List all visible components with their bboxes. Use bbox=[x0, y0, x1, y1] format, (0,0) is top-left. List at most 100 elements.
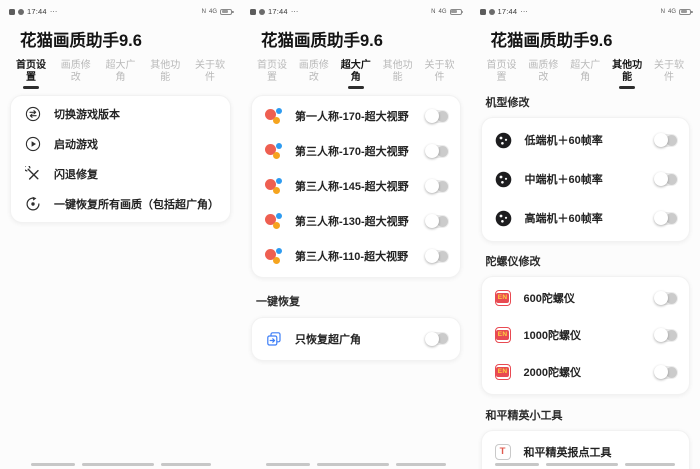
colored-dots-icon bbox=[265, 248, 282, 264]
status-bar: 17:44 ⋯ N 4G bbox=[0, 0, 241, 18]
menu-item-switch-version[interactable]: 切换游戏版本 bbox=[11, 99, 230, 129]
notification-icon bbox=[259, 9, 265, 15]
tab-about[interactable]: 关于软件 bbox=[425, 60, 455, 89]
tab-other-functions[interactable]: 其他功 能 bbox=[612, 60, 642, 89]
device-model-toggle[interactable] bbox=[654, 134, 678, 147]
active-tab-underline bbox=[619, 86, 635, 89]
gyro-toggle[interactable] bbox=[654, 366, 678, 379]
battery-icon bbox=[679, 9, 691, 15]
home-menu-card: 切换游戏版本 启动游戏 bbox=[10, 95, 231, 223]
device-model-label: 中端机＋60帧率 bbox=[525, 171, 642, 187]
restore-option-label: 只恢复超广角 bbox=[295, 331, 412, 347]
fov-toggle[interactable] bbox=[425, 145, 449, 158]
tab-quality-mod[interactable]: 画质修改 bbox=[528, 60, 558, 89]
gyro-toggle[interactable] bbox=[654, 292, 678, 305]
tab-other-functions[interactable]: 其他功能 bbox=[150, 60, 180, 89]
tab-bar: 首页设置 画质修改 超大广 角 其他功能 关于软件 bbox=[241, 60, 471, 89]
tab-about[interactable]: 关于软件 bbox=[195, 60, 225, 89]
menu-item-label: 闪退修复 bbox=[54, 166, 219, 182]
section-header-device-model: 机型修改 bbox=[486, 94, 700, 110]
gyro-toggle[interactable] bbox=[654, 329, 678, 342]
fov-option-label: 第一人称-170-超大视野 bbox=[295, 108, 412, 124]
clock: 17:44 bbox=[27, 7, 47, 16]
tab-bar: 首页设置 画质修改 超大广角 其他功 能 关于软件 bbox=[471, 60, 700, 89]
battery-icon bbox=[220, 9, 232, 15]
tab-other-functions[interactable]: 其他功能 bbox=[383, 60, 413, 89]
battery-icon bbox=[450, 9, 462, 15]
cookie-icon bbox=[495, 210, 512, 227]
fov-option-row: 第三人称-130-超大视野 bbox=[252, 204, 460, 239]
gyro-option-label: 1000陀螺仪 bbox=[524, 327, 642, 343]
status-bar: 17:44 ⋯ N 4G bbox=[241, 0, 471, 18]
tab-home-settings[interactable]: 首页设 置 bbox=[16, 60, 46, 89]
navigation-hint-bars[interactable] bbox=[471, 463, 700, 467]
notification-icon bbox=[480, 9, 486, 15]
tab-home-settings[interactable]: 首页设置 bbox=[487, 60, 517, 89]
phone-screen-home: 17:44 ⋯ N 4G 花猫画质助手9.6 首页设 置 画质修改 超大广角 其… bbox=[0, 0, 241, 469]
phone-screen-other-functions: 17:44 ⋯ N 4G 花猫画质助手9.6 首页设置 画质修改 超大广角 其他… bbox=[471, 0, 700, 469]
nfc-icon: N bbox=[202, 9, 206, 15]
device-model-row: 中端机＋60帧率 bbox=[482, 160, 690, 199]
navigation-hint-bars[interactable] bbox=[0, 463, 241, 467]
notification-icon bbox=[9, 9, 15, 15]
device-model-row: 高端机＋60帧率 bbox=[482, 199, 690, 238]
t-badge-icon: T bbox=[495, 444, 511, 460]
menu-item-crash-fix[interactable]: 闪退修复 bbox=[11, 159, 230, 189]
tab-wide-angle[interactable]: 超大广角 bbox=[106, 60, 136, 89]
gyro-option-row: EN 600陀螺仪 bbox=[482, 280, 690, 317]
fov-option-row: 第三人称-145-超大视野 bbox=[252, 169, 460, 204]
colored-dots-icon bbox=[265, 143, 282, 159]
device-model-toggle[interactable] bbox=[654, 212, 678, 225]
tab-about[interactable]: 关于软件 bbox=[654, 60, 684, 89]
restore-toggle[interactable] bbox=[425, 332, 449, 345]
tab-wide-angle[interactable]: 超大广角 bbox=[570, 60, 600, 89]
gyro-option-label: 2000陀螺仪 bbox=[524, 364, 642, 380]
launch-game-icon bbox=[24, 135, 41, 152]
menu-item-restore-all[interactable]: 一键恢复所有画质（包括超广角） bbox=[11, 189, 230, 219]
fov-option-row: 第三人称-170-超大视野 bbox=[252, 134, 460, 169]
gyro-option-row: EN 2000陀螺仪 bbox=[482, 354, 690, 391]
notification-icon bbox=[250, 9, 256, 15]
section-header-peace-elite-tools: 和平精英小工具 bbox=[486, 407, 700, 423]
fov-toggle[interactable] bbox=[425, 215, 449, 228]
section-header-gyroscope: 陀螺仪修改 bbox=[486, 253, 700, 269]
tab-wide-angle[interactable]: 超大广 角 bbox=[341, 60, 371, 89]
restore-all-icon bbox=[24, 195, 41, 212]
fov-toggle[interactable] bbox=[425, 180, 449, 193]
more-dots: ⋯ bbox=[520, 7, 527, 16]
cookie-icon bbox=[495, 171, 512, 188]
tab-home-settings[interactable]: 首页设置 bbox=[257, 60, 287, 89]
en-badge-icon: EN bbox=[495, 364, 511, 380]
tab-quality-mod[interactable]: 画质修改 bbox=[299, 60, 329, 89]
fov-options-card: 第一人称-170-超大视野 第三人称-170-超大视野 第三人称-145-超大视… bbox=[251, 95, 461, 278]
en-badge-icon: EN bbox=[495, 290, 511, 306]
network-icon: 4G bbox=[668, 9, 676, 15]
menu-item-launch-game[interactable]: 启动游戏 bbox=[11, 129, 230, 159]
fov-option-label: 第三人称-170-超大视野 bbox=[295, 143, 412, 159]
fov-toggle[interactable] bbox=[425, 110, 449, 123]
device-model-label: 高端机＋60帧率 bbox=[525, 210, 642, 226]
device-model-row: 低端机＋60帧率 bbox=[482, 121, 690, 160]
fov-option-row: 第三人称-110-超大视野 bbox=[252, 239, 460, 274]
notification-icon bbox=[489, 9, 495, 15]
cookie-icon bbox=[495, 132, 512, 149]
fov-option-label: 第三人称-130-超大视野 bbox=[295, 213, 412, 229]
navigation-hint-bars[interactable] bbox=[241, 463, 471, 467]
restore-wide-angle-icon bbox=[265, 330, 282, 347]
network-icon: 4G bbox=[209, 9, 217, 15]
tool-item-label: 和平精英报点工具 bbox=[524, 444, 679, 460]
gyroscope-card: EN 600陀螺仪 EN 1000陀螺仪 EN 2000陀螺仪 bbox=[481, 276, 691, 395]
more-dots: ⋯ bbox=[291, 7, 298, 16]
menu-item-label: 一键恢复所有画质（包括超广角） bbox=[54, 196, 219, 212]
restore-option-row: 只恢复超广角 bbox=[252, 321, 460, 357]
section-header-one-key-restore: 一键恢复 bbox=[256, 293, 471, 309]
fov-option-row: 第一人称-170-超大视野 bbox=[252, 99, 460, 134]
colored-dots-icon bbox=[265, 178, 282, 194]
colored-dots-icon bbox=[265, 108, 282, 124]
fov-toggle[interactable] bbox=[425, 250, 449, 263]
fov-option-label: 第三人称-145-超大视野 bbox=[295, 178, 412, 194]
page-title: 花猫画质助手9.6 bbox=[261, 27, 471, 51]
gyro-option-row: EN 1000陀螺仪 bbox=[482, 317, 690, 354]
device-model-toggle[interactable] bbox=[654, 173, 678, 186]
tab-quality-mod[interactable]: 画质修改 bbox=[61, 60, 91, 89]
